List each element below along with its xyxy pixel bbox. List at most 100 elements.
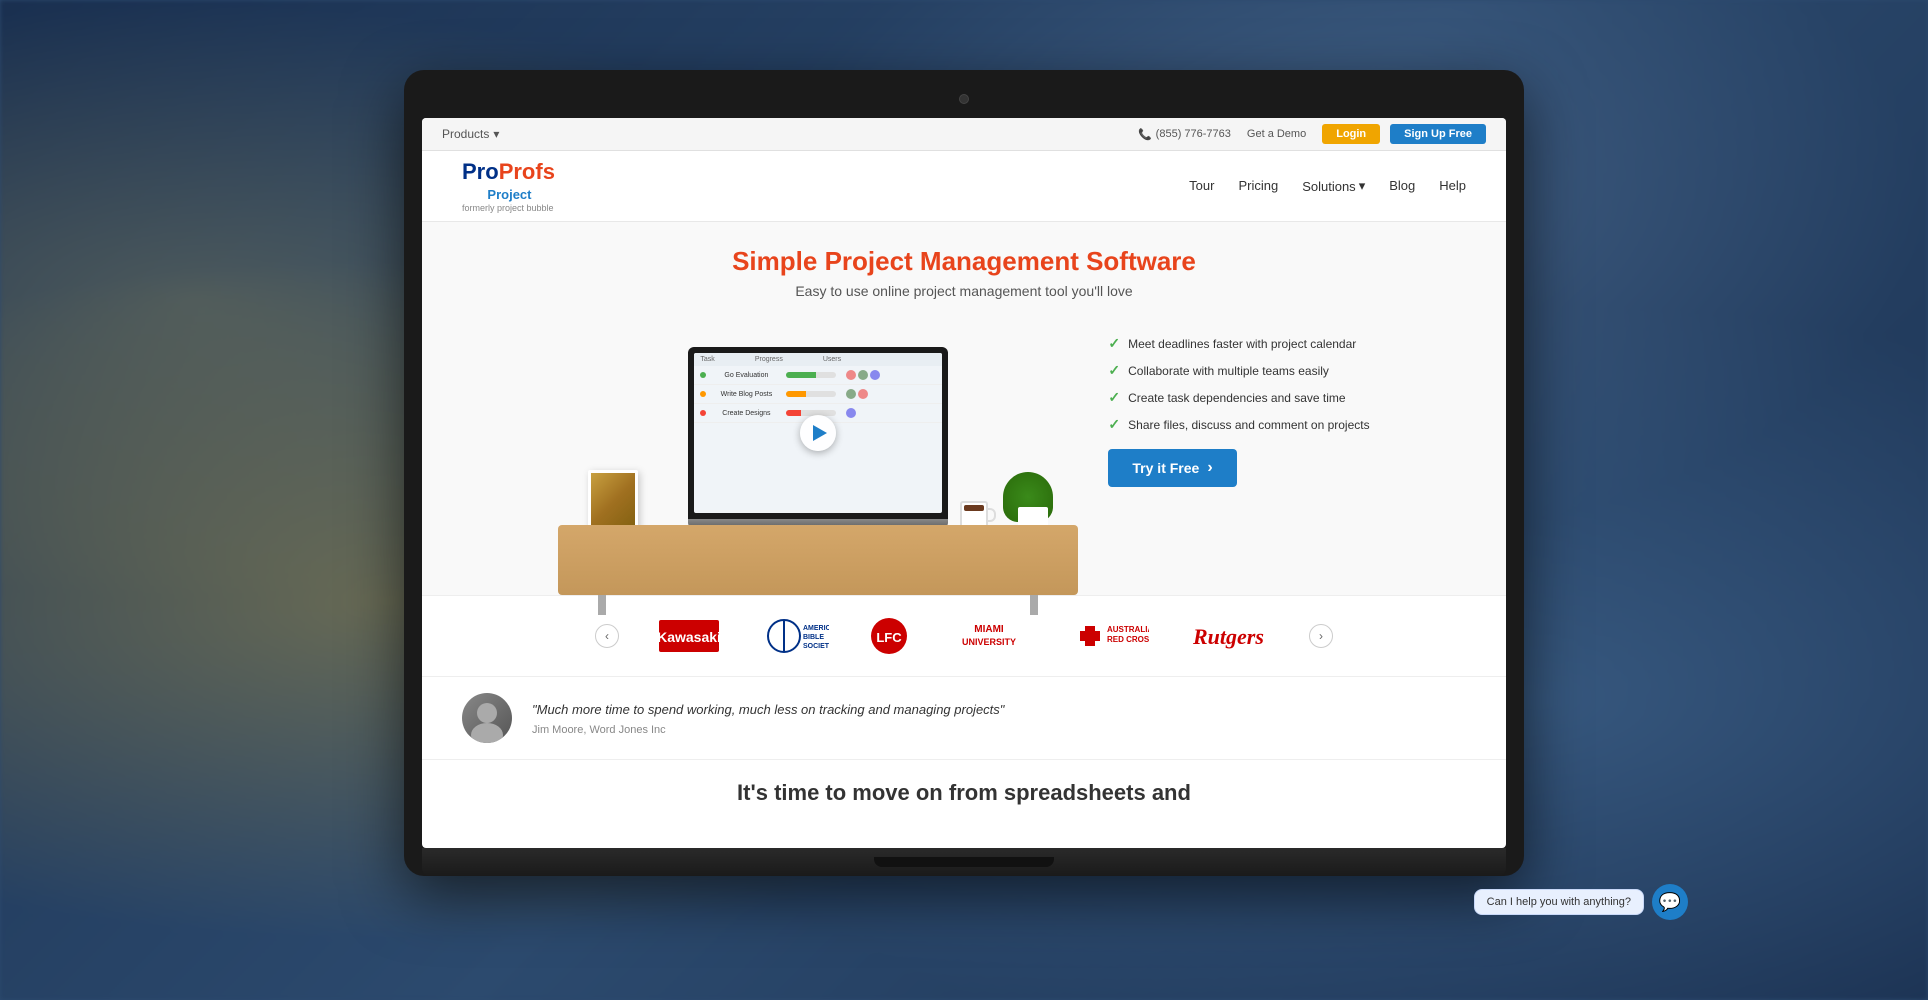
brand-american-red-cross: AUSTRALIAN RED CROSS (1069, 616, 1149, 656)
avatar (846, 389, 856, 399)
nav-solutions[interactable]: Solutions ▾ (1302, 178, 1365, 194)
task-avatars-2 (846, 389, 868, 399)
status-dot-orange (700, 391, 706, 397)
nav-tour[interactable]: Tour (1189, 178, 1214, 193)
hero-title: Simple Project Management Software (462, 246, 1466, 277)
status-dot-green (700, 372, 706, 378)
mug-handle (986, 508, 996, 522)
chat-bubble-text: Can I help you with anything? (1487, 896, 1631, 908)
hero-subtitle: Easy to use online project management to… (462, 283, 1466, 299)
users-col-header: Users (823, 356, 841, 363)
task-name-1: Go Evaluation (716, 372, 776, 379)
svg-text:SOCIETY: SOCIETY (803, 643, 829, 650)
avatar (846, 370, 856, 380)
svg-text:LFC: LFC (876, 630, 902, 645)
chat-button[interactable]: 💬 (1652, 884, 1688, 920)
bottom-title: It's time to move on from spreadsheets a… (462, 780, 1466, 806)
task-name-3: Create Designs (716, 410, 776, 417)
feature-text-4: Share files, discuss and comment on proj… (1128, 418, 1369, 432)
svg-text:AUSTRALIAN: AUSTRALIAN (1107, 625, 1149, 634)
products-menu[interactable]: Products (442, 127, 489, 141)
table-row: Write Blog Posts (694, 385, 942, 404)
nav-help[interactable]: Help (1439, 178, 1466, 193)
brand-lfc: LFC (869, 616, 909, 656)
brand-kawasaki: Kawasaki (659, 616, 719, 656)
status-dot-red (700, 410, 706, 416)
login-button[interactable]: Login (1322, 124, 1380, 144)
signup-button[interactable]: Sign Up Free (1390, 124, 1486, 144)
testimonial-section: "Much more time to spend working, much l… (422, 676, 1506, 759)
feature-item-3: ✓ Create task dependencies and save time (1108, 389, 1369, 406)
product-screenshot-laptop: Task Progress Users Go Evaluation (688, 347, 948, 535)
phone-icon: 📞 (1138, 128, 1152, 141)
logo-area: ProProfs Project formerly project bubble (462, 159, 555, 213)
desk (558, 525, 1078, 595)
svg-text:MIAMI: MIAMI (974, 624, 1004, 635)
progress-bar-2 (786, 391, 836, 397)
coffee (964, 505, 984, 511)
desk-scene: Task Progress Users Go Evaluation (558, 315, 1078, 595)
logo-sub: formerly project bubble (462, 203, 554, 213)
chat-icon: 💬 (1659, 892, 1681, 913)
svg-text:AMERICAN: AMERICAN (803, 625, 829, 632)
testimonial-author: Jim Moore, Word Jones Inc (532, 724, 1004, 736)
avatar (870, 370, 880, 380)
desk-legs (598, 595, 1038, 615)
feature-text-1: Meet deadlines faster with project calen… (1128, 337, 1356, 351)
laptop-frame: Products ▾ 📞 (855) 776-7763 Get a Demo L… (404, 70, 1524, 930)
solutions-dropdown-icon: ▾ (1359, 178, 1366, 194)
phone-number: 📞 (855) 776-7763 (1138, 128, 1231, 141)
main-nav: Tour Pricing Solutions ▾ Blog Help (1189, 177, 1466, 195)
demo-button[interactable]: Get a Demo (1241, 126, 1312, 142)
features-list: ✓ Meet deadlines faster with project cal… (1108, 315, 1369, 487)
brand-rutgers: Rutgers (1189, 616, 1269, 656)
task-name-2: Write Blog Posts (716, 391, 776, 398)
try-free-label: Try it Free (1132, 460, 1199, 476)
desk-leg-right (1030, 595, 1038, 615)
task-avatars-1 (846, 370, 880, 380)
logo-project: Project (487, 187, 531, 202)
product-screenshot: Task Progress Users Go Evaluation (694, 353, 942, 513)
logo-profs: Profs (499, 159, 555, 185)
check-icon: ✓ (1108, 416, 1120, 433)
feature-item-2: ✓ Collaborate with multiple teams easily (1108, 362, 1369, 379)
check-icon: ✓ (1108, 335, 1120, 352)
avatar (846, 408, 856, 418)
svg-text:BIBLE: BIBLE (803, 634, 824, 641)
nav-blog[interactable]: Blog (1389, 178, 1415, 193)
brand-american-bible-society: AMERICAN BIBLE SOCIETY (759, 616, 829, 656)
nav-pricing[interactable]: Pricing (1238, 178, 1278, 193)
carousel-prev[interactable]: ‹ (595, 624, 619, 648)
task-avatars-3 (846, 408, 856, 418)
hero-section: Simple Project Management Software Easy … (422, 222, 1506, 595)
logo-pro: Pro (462, 159, 499, 185)
bottom-section: It's time to move on from spreadsheets a… (422, 759, 1506, 826)
chat-bubble: Can I help you with anything? (1474, 889, 1644, 915)
avatar (858, 389, 868, 399)
try-free-button[interactable]: Try it Free › (1108, 449, 1236, 487)
brand-miami-university: MIAMI UNIVERSITY (949, 616, 1029, 656)
feature-text-2: Collaborate with multiple teams easily (1128, 364, 1329, 378)
svg-text:RED CROSS: RED CROSS (1107, 635, 1149, 644)
task-col-header: Task (700, 356, 714, 363)
play-icon (813, 425, 827, 441)
laptop-notch (874, 857, 1054, 867)
desk-leg-left (598, 595, 606, 615)
check-icon: ✓ (1108, 389, 1120, 406)
dropdown-icon: ▾ (493, 127, 499, 141)
feature-item-4: ✓ Share files, discuss and comment on pr… (1108, 416, 1369, 433)
nav-bar: ProProfs Project formerly project bubble… (422, 151, 1506, 222)
testimonial-avatar (462, 693, 512, 743)
progress-col-header: Progress (755, 356, 783, 363)
avatar (858, 370, 868, 380)
arrow-icon: › (1207, 459, 1212, 477)
chat-widget: Can I help you with anything? 💬 (1474, 884, 1688, 920)
dog-photo (591, 473, 635, 532)
testimonial-quote: "Much more time to spend working, much l… (532, 700, 1004, 720)
svg-text:Rutgers: Rutgers (1192, 624, 1264, 649)
svg-text:Kawasaki: Kawasaki (659, 629, 719, 645)
feature-text-3: Create task dependencies and save time (1128, 391, 1345, 405)
laptop-screen: Products ▾ 📞 (855) 776-7763 Get a Demo L… (422, 118, 1506, 848)
play-button[interactable] (800, 415, 836, 451)
carousel-next[interactable]: › (1309, 624, 1333, 648)
